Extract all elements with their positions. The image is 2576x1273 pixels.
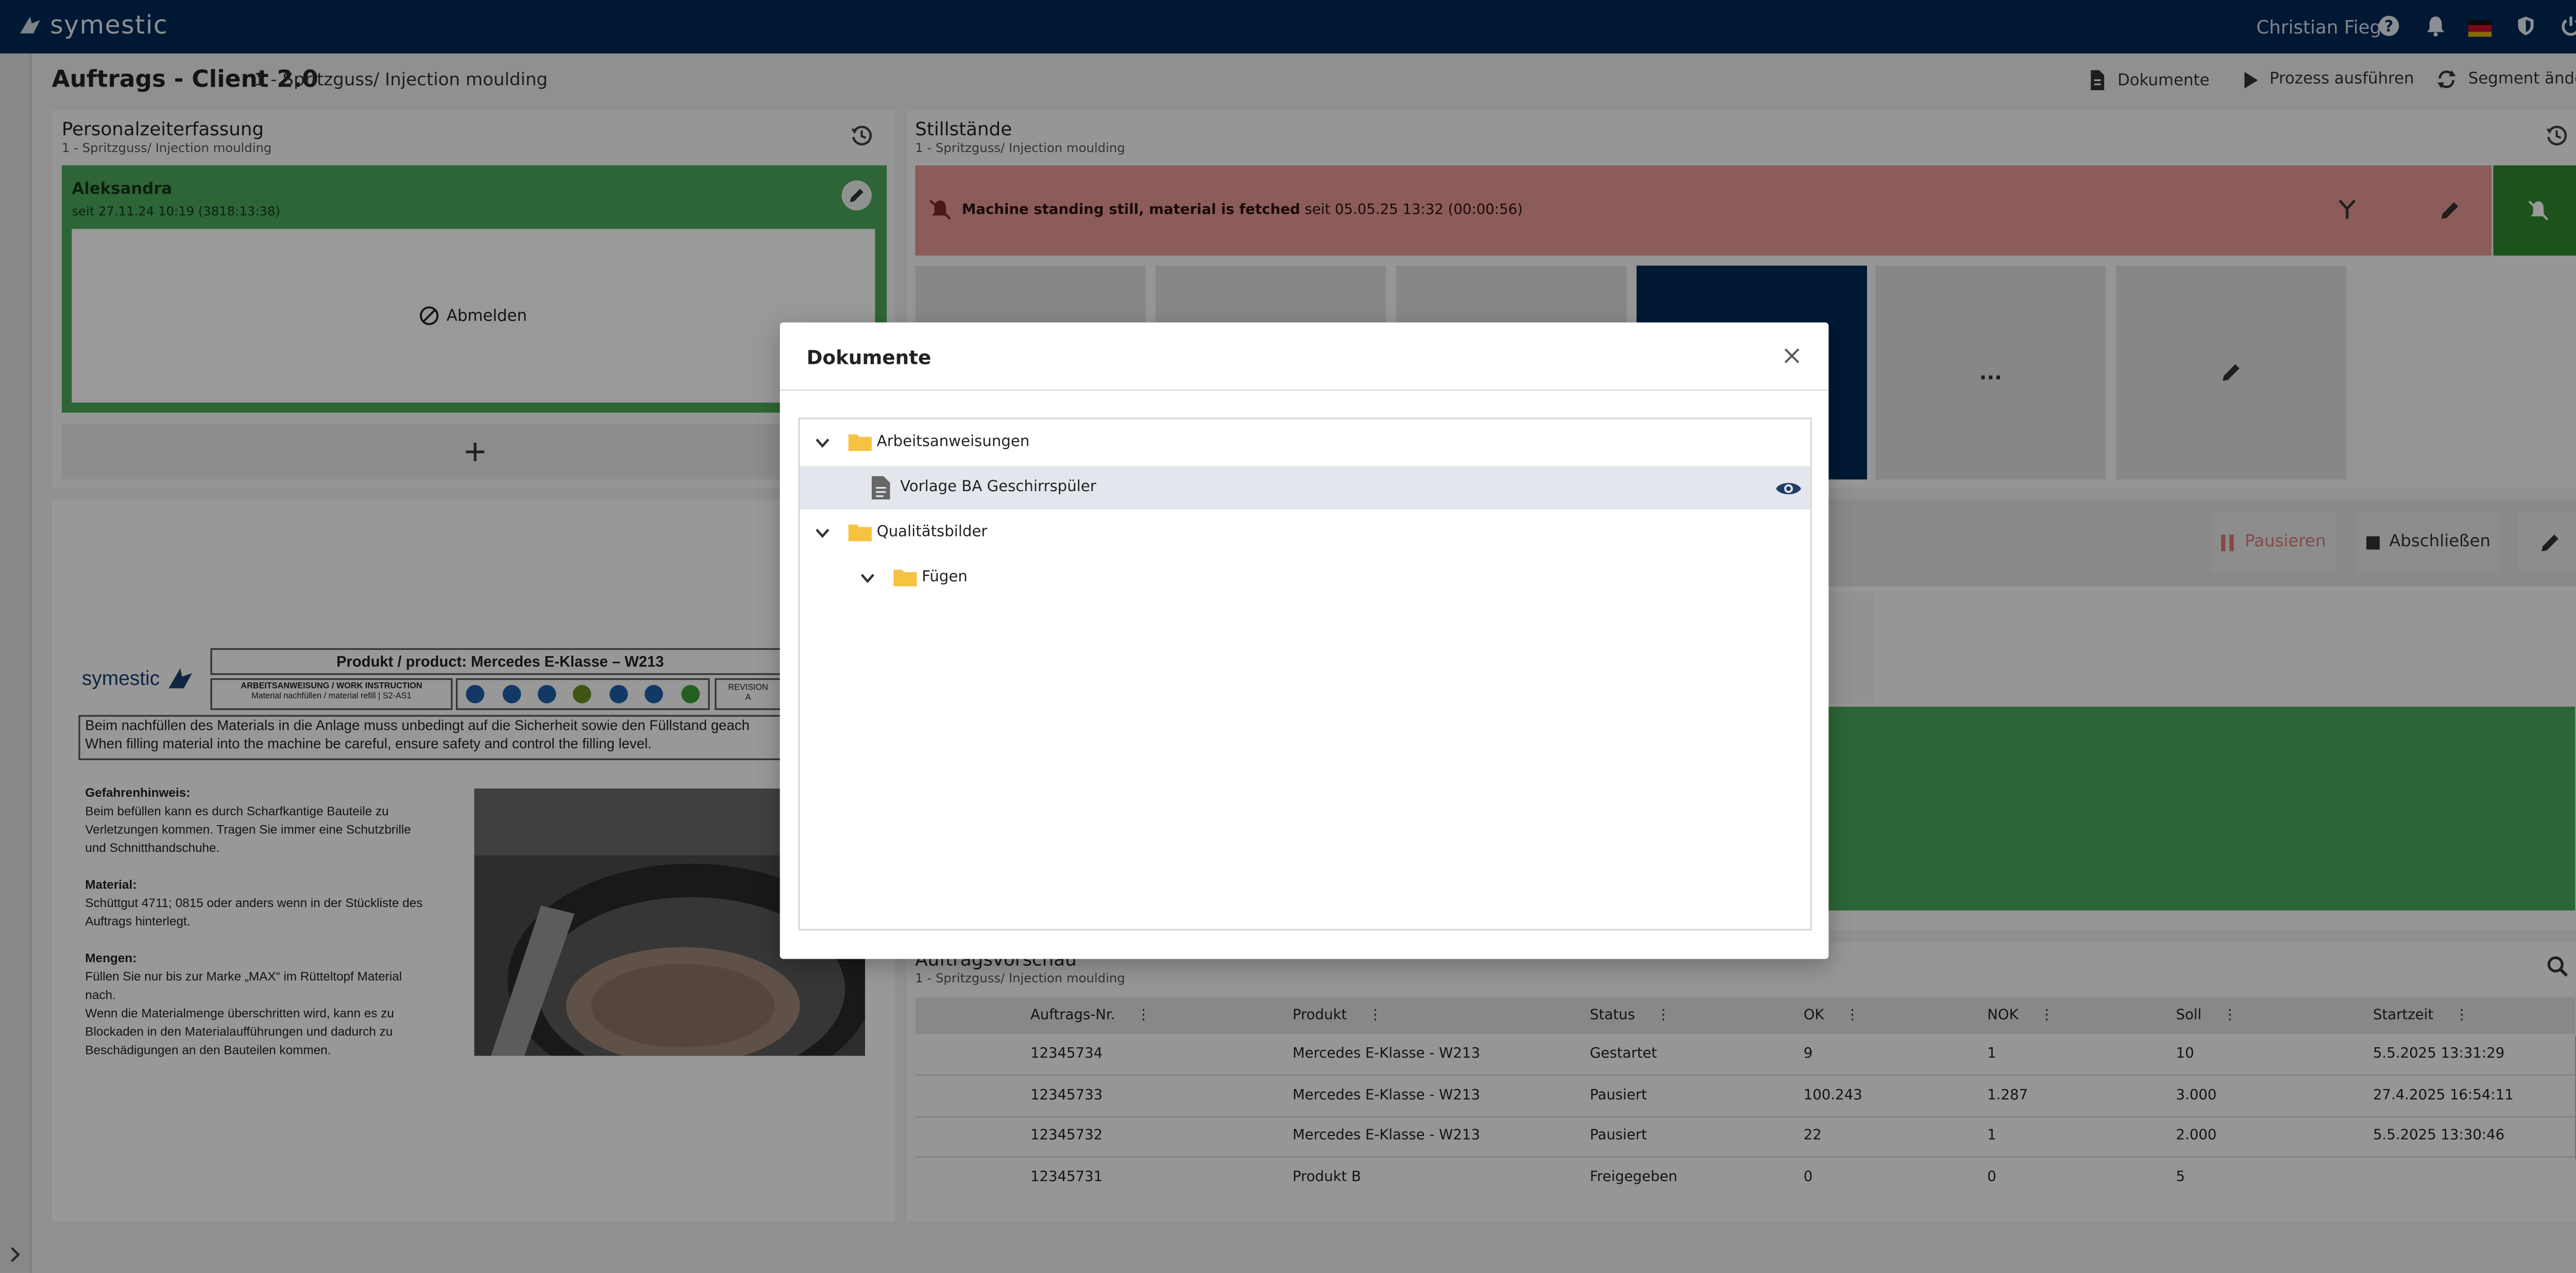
folder-icon bbox=[848, 434, 872, 451]
tree-file-vorlage[interactable]: Vorlage BA Geschirrspüler bbox=[800, 466, 1810, 510]
tree-folder-arbeitsanweisungen[interactable]: Arbeitsanweisungen bbox=[800, 421, 1810, 464]
folder-icon bbox=[893, 569, 917, 587]
tree-file-label: Vorlage BA Geschirrspüler bbox=[900, 479, 1096, 496]
chevron-down-icon[interactable] bbox=[815, 438, 830, 448]
tree-folder-qualitaetsbilder[interactable]: Qualitätsbilder bbox=[800, 511, 1810, 555]
document-tree: Arbeitsanweisungen Vorlage BA Geschirrsp… bbox=[798, 417, 1812, 931]
chevron-down-icon[interactable] bbox=[815, 528, 830, 538]
folder-icon bbox=[848, 524, 872, 542]
dialog-title: Dokumente bbox=[806, 345, 931, 370]
file-icon bbox=[872, 476, 890, 500]
chevron-down-icon[interactable] bbox=[860, 573, 875, 583]
tree-folder-label: Arbeitsanweisungen bbox=[876, 434, 1030, 451]
eye-icon[interactable] bbox=[1775, 479, 1802, 498]
tree-folder-label: Fügen bbox=[922, 569, 968, 587]
tree-folder-label: Qualitätsbilder bbox=[876, 524, 988, 542]
close-icon[interactable] bbox=[1784, 347, 1800, 364]
tree-folder-fuegen[interactable]: Fügen bbox=[800, 556, 1810, 599]
documents-dialog: Dokumente Arbeitsanweisungen Vorlage BA … bbox=[779, 322, 1829, 959]
dialog-divider bbox=[779, 389, 1829, 391]
